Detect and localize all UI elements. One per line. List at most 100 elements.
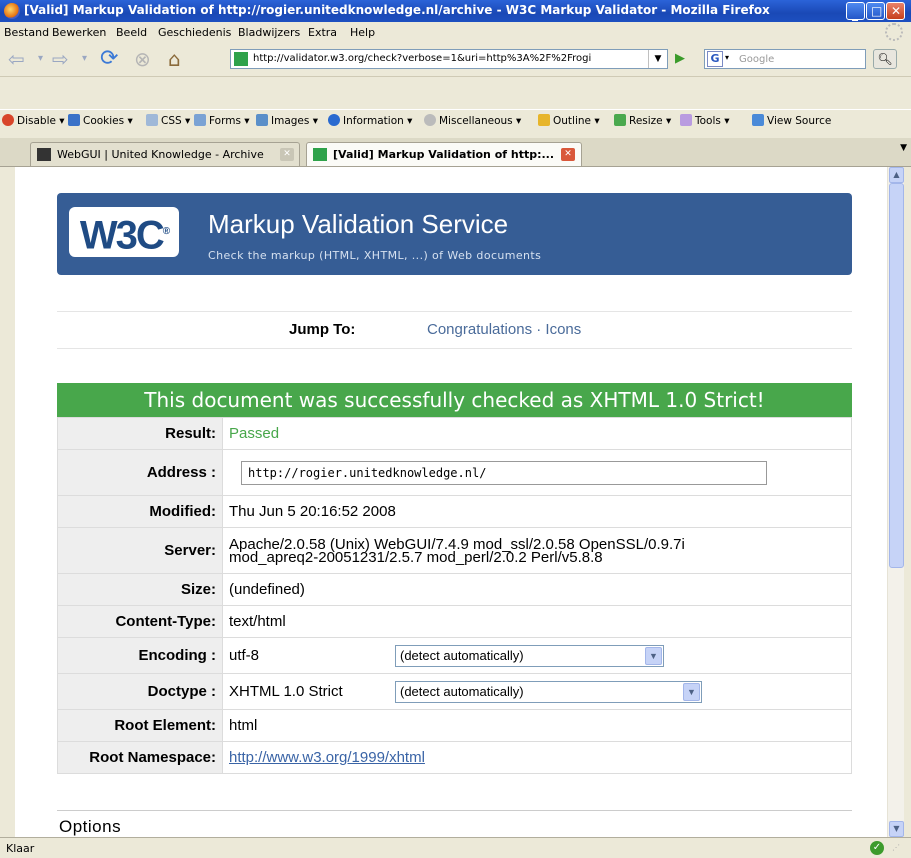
webdev-view-source[interactable]: View Source [752,114,831,127]
css-icon [146,114,158,126]
table-row: Modified: Thu Jun 5 20:16:52 2008 [57,495,852,528]
webdev-resize[interactable]: Resize ▾ [614,114,671,127]
options-section: Options [57,810,852,837]
menu-extra[interactable]: Extra [308,26,337,39]
content-type-label: Content-Type: [57,605,223,638]
page-viewport: W3C® Markup Validation Service Check the… [15,167,888,837]
encoding-value: utf-8 [222,637,387,674]
results-table: Result: Passed Address : http://rogier.u… [57,417,852,774]
search-engine-dropdown-icon[interactable]: ▾ [725,53,729,62]
tab-validation-result[interactable]: [Valid] Markup Validation of http:... ✕ [306,142,582,166]
tab-label: [Valid] Markup Validation of http:... [333,148,555,161]
menu-bladwijzers[interactable]: Bladwijzers [238,26,300,39]
cookies-icon [68,114,80,126]
maximize-button[interactable]: □ [866,2,885,20]
resize-icon [614,114,626,126]
throbber-icon [885,23,903,41]
status-text: Klaar [6,842,35,855]
doctype-value: XHTML 1.0 Strict [222,673,387,710]
table-row: Size: (undefined) [57,573,852,606]
menu-bestand[interactable]: Bestand [4,26,49,39]
modified-label: Modified: [57,495,223,528]
service-subtitle: Check the markup (HTML, XHTML, ...) of W… [208,249,542,262]
close-button[interactable]: ✕ [886,2,905,20]
w3c-logo[interactable]: W3C® [69,207,179,257]
search-placeholder: Google [739,54,775,65]
window-title: [Valid] Markup Validation of http://rogi… [24,3,770,17]
tab-close-icon[interactable]: ✕ [280,148,294,161]
table-row: Result: Passed [57,417,852,450]
back-icon[interactable]: ⇦ [8,48,25,70]
tab-close-icon[interactable]: ✕ [561,148,575,161]
webdev-information[interactable]: Information ▾ [328,114,412,127]
webdev-outline[interactable]: Outline ▾ [538,114,600,127]
tab-label: WebGUI | United Knowledge - Archive [57,148,264,161]
server-value: Apache/2.0.58 (Unix) WebGUI/7.4.9 mod_ss… [222,527,852,574]
forward-dropdown-icon[interactable]: ▾ [82,48,87,70]
forward-icon[interactable]: ⇨ [52,48,69,70]
reload-icon[interactable]: ⟳ [100,48,118,70]
address-label: Address : [57,449,223,496]
back-dropdown-icon[interactable]: ▾ [38,48,43,70]
modified-value: Thu Jun 5 20:16:52 2008 [222,495,852,528]
success-heading: This document was successfully checked a… [57,383,852,417]
information-icon [328,114,340,126]
stop-icon[interactable]: ⊗ [134,48,151,70]
go-icon[interactable]: ▶ [670,50,690,68]
url-bar[interactable]: http://validator.w3.org/check?verbose=1&… [230,49,668,69]
chevron-down-icon[interactable]: ▼ [683,682,700,701]
w3c-favicon [313,148,327,161]
table-row: Doctype : XHTML 1.0 Strict (detect autom… [57,673,852,710]
images-icon [256,114,268,126]
menu-bewerken[interactable]: Bewerken [52,26,106,39]
doctype-select[interactable]: (detect automatically) ▼ [395,680,702,703]
address-field[interactable]: http://rogier.unitedknowledge.nl/ [241,460,767,485]
encoding-select[interactable]: (detect automatically) ▼ [395,644,664,667]
server-label: Server: [57,527,223,574]
url-text[interactable]: http://validator.w3.org/check?verbose=1&… [253,53,638,64]
webdev-css[interactable]: CSS ▾ [146,114,190,127]
scroll-up-icon[interactable]: ▲ [889,167,904,183]
table-row: Content-Type: text/html [57,605,852,638]
webgui-favicon [37,148,51,161]
webdev-cookies[interactable]: Cookies ▾ [68,114,133,127]
search-engine-icon[interactable]: G [707,51,723,67]
vertical-scrollbar[interactable]: ▲ ▼ [887,167,905,837]
search-input[interactable]: G ▾ Google [704,49,866,69]
jump-to-label: Jump To: [289,321,356,338]
root-namespace-label: Root Namespace: [57,741,223,774]
tab-webgui-archive[interactable]: WebGUI | United Knowledge - Archive ✕ [30,142,300,166]
chevron-down-icon[interactable]: ▼ [645,646,662,665]
web-developer-toolbar: Disable ▾ Cookies ▾ CSS ▾ Forms ▾ Images… [0,109,911,132]
webdev-miscellaneous[interactable]: Miscellaneous ▾ [424,114,521,127]
service-title[interactable]: Markup Validation Service [208,209,508,240]
tab-list-dropdown-icon[interactable]: ▼ [900,143,907,153]
size-label: Size: [57,573,223,606]
webdev-disable[interactable]: Disable ▾ [2,114,65,127]
scrollbar-thumb[interactable] [889,183,904,568]
menu-geschiedenis[interactable]: Geschiedenis [158,26,231,39]
webdev-images[interactable]: Images ▾ [256,114,318,127]
home-icon[interactable]: ⌂ [168,48,181,70]
disable-icon [2,114,14,126]
url-dropdown-icon[interactable]: ▼ [648,50,667,68]
outline-icon [538,114,550,126]
options-heading[interactable]: Options [59,817,128,837]
webdev-tools[interactable]: Tools ▾ [680,114,729,127]
minimize-button[interactable]: _ [846,2,865,21]
table-row: Address : http://rogier.unitedknowledge.… [57,449,852,496]
webdev-forms[interactable]: Forms ▾ [194,114,250,127]
table-row: Root Element: html [57,709,852,742]
root-namespace-link[interactable]: http://www.w3.org/1999/xhtml [229,749,425,766]
doctype-label: Doctype : [57,673,223,710]
menu-bar: Bestand Bewerken Beeld Geschiedenis Blad… [0,22,911,42]
search-button[interactable]: 🔍︎ [873,49,897,69]
validation-ok-icon[interactable]: ✓ [870,841,884,855]
scroll-down-icon[interactable]: ▼ [889,821,904,837]
menu-help[interactable]: Help [350,26,375,39]
resize-grip-icon[interactable]: ⋰ [892,843,906,855]
tab-bar: WebGUI | United Knowledge - Archive ✕ [V… [0,138,911,167]
menu-beeld[interactable]: Beeld [116,26,147,39]
window-titlebar[interactable]: [Valid] Markup Validation of http://rogi… [0,0,911,22]
jump-to-links[interactable]: Congratulations · Icons [427,321,581,338]
